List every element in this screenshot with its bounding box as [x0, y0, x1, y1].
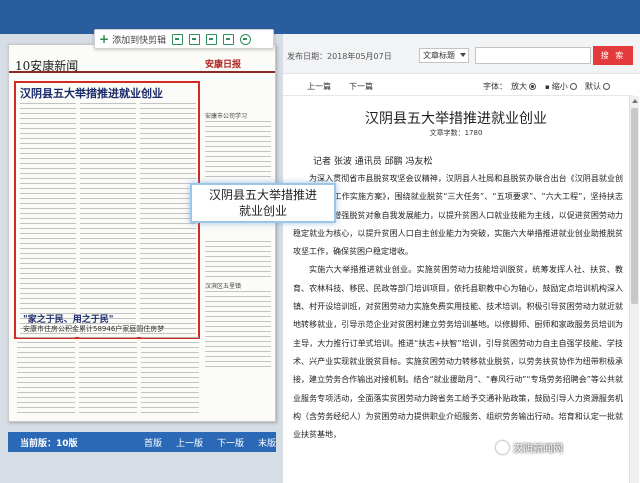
- article-reader: 发布日期：2018年05月07日 文章标题 搜 索 上一篇 下一篇 字体： 放大…: [283, 34, 640, 483]
- article-title-callout[interactable]: 汉阴县五大举措推进 就业创业: [190, 183, 336, 223]
- article-title: 汉阴县五大举措推进就业创业: [365, 111, 547, 127]
- word-count: 文章字数：1780: [429, 129, 483, 137]
- clip-toolbar: + 添加到快剪辑: [94, 29, 274, 49]
- scroll-thumb[interactable]: [631, 108, 638, 304]
- publish-date: 发布日期：2018年05月07日: [287, 52, 392, 61]
- font-large-label: 放大: [511, 82, 527, 91]
- prev-article-link[interactable]: 上一篇: [307, 81, 331, 92]
- side-text-column: [205, 241, 271, 277]
- last-edition-link[interactable]: 末版: [258, 436, 276, 449]
- first-edition-link[interactable]: 首版: [144, 436, 162, 449]
- edition-pager: 当前版：10版 首版 上一版 下一版 末版: [8, 432, 276, 452]
- font-large-option[interactable]: 放大: [511, 81, 536, 92]
- font-large-radio[interactable]: [529, 83, 536, 90]
- vertical-scrollbar[interactable]: [629, 96, 639, 483]
- lower-text-column: [141, 337, 199, 417]
- font-small-label: 缩小: [551, 82, 568, 91]
- watermark-logo-icon: [496, 441, 509, 454]
- callout-line-2: 就业创业: [238, 204, 287, 218]
- side-text-column: [205, 291, 271, 371]
- add-to-clip-label: 添加到快剪辑: [112, 35, 167, 46]
- article-nav-row: 上一篇 下一篇 字体： 放大 ▪ 缩小 默认: [283, 74, 633, 96]
- side-note: 安康市公司学习: [205, 113, 248, 120]
- plus-icon: +: [99, 32, 110, 46]
- site-watermark: 汉阴新闻网: [496, 440, 563, 455]
- body-paragraph: 为深入贯彻省市县脱贫攻坚会议精神，汉阴县人社局和县脱贫办联合出台《汉阴县就业创业…: [293, 174, 623, 257]
- frame-headline: 汉阴县五大举措推进就业创业: [20, 87, 163, 100]
- article-body: 为深入贯彻省市县脱贫攻坚会议精神，汉阴县人社局和县脱贫办联合出台《汉阴县就业创业…: [293, 170, 623, 444]
- newspaper-panel: 10安康新闻 安康日报 汉阴县五大举措推进就业创业 安康市公司学习 汉滨区五里镇…: [0, 34, 283, 483]
- body-paragraph: 实施六大举措推进就业创业。实施贫困劳动力技能培训脱贫，统筹发挥人社、扶贫、教育、…: [293, 265, 623, 440]
- font-small-option[interactable]: ▪ 缩小: [545, 81, 577, 92]
- search-input[interactable]: [475, 47, 591, 64]
- side-text-column: [205, 121, 271, 181]
- settings-icon[interactable]: [240, 33, 252, 45]
- small-font-icon: ▪: [545, 82, 550, 91]
- byline: 记者 张波 通讯员 邱鹏 冯友松: [313, 157, 433, 167]
- save-icon[interactable]: [206, 33, 218, 45]
- select-value: 文章标题: [423, 51, 455, 60]
- font-size-label: 字体：: [483, 82, 507, 91]
- share-icon[interactable]: [223, 33, 235, 45]
- font-default-option[interactable]: 默认: [585, 81, 610, 92]
- article-text-column: [80, 103, 136, 335]
- expand-icon[interactable]: [189, 33, 201, 45]
- article-text-column: [20, 103, 76, 335]
- search-button[interactable]: 搜 索: [593, 46, 633, 65]
- watermark-text: 汉阴新闻网: [513, 444, 563, 455]
- lower-text-column: [17, 337, 75, 417]
- sub-headline-2: 安康市住房公积金累计58946户家庭圆住房梦: [23, 325, 165, 333]
- paper-logo: 安康日报: [204, 60, 241, 70]
- lower-text-column: [79, 337, 137, 417]
- next-article-link[interactable]: 下一篇: [349, 81, 373, 92]
- selected-article-frame[interactable]: 汉阴县五大举措推进就业创业: [14, 81, 200, 339]
- chevron-down-icon: [460, 53, 466, 57]
- next-edition-link[interactable]: 下一版: [217, 436, 244, 449]
- article-text-column: [140, 103, 196, 335]
- page-tag: 10安康新闻: [15, 59, 79, 73]
- search-bar: 发布日期：2018年05月07日 文章标题 搜 索: [283, 34, 640, 74]
- font-default-label: 默认: [585, 82, 601, 91]
- scroll-up-arrow-icon[interactable]: [632, 99, 638, 103]
- search-field-select[interactable]: 文章标题: [419, 48, 469, 63]
- font-default-radio[interactable]: [603, 83, 610, 90]
- newspaper-page-image[interactable]: 10安康新闻 安康日报 汉阴县五大举措推进就业创业 安康市公司学习 汉滨区五里镇…: [8, 44, 276, 422]
- current-edition-label: 当前版：10版: [20, 438, 78, 449]
- side-note-2: 汉滨区五里镇: [205, 283, 242, 290]
- prev-edition-link[interactable]: 上一版: [176, 436, 203, 449]
- font-small-radio[interactable]: [569, 83, 577, 90]
- paper-masthead: 10安康新闻 安康日报: [9, 45, 275, 73]
- add-to-clip-button[interactable]: + 添加到快剪辑: [99, 32, 166, 46]
- bookmark-icon[interactable]: [172, 33, 184, 45]
- callout-line-1: 汉阴县五大举措推进: [208, 188, 317, 202]
